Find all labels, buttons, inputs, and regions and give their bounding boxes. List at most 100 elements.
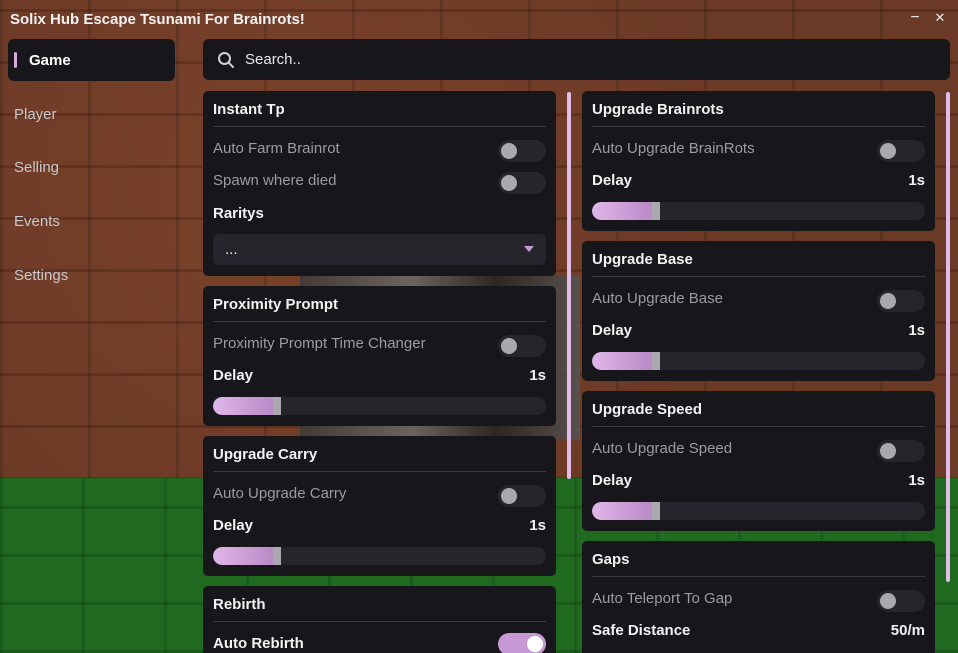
spawn-where-died-toggle[interactable] <box>498 172 546 194</box>
dropdown-value: ... <box>225 241 238 258</box>
sidebar-item-player[interactable]: Player <box>8 93 175 135</box>
section-gaps: Gaps Auto Teleport To Gap Safe Distance … <box>582 541 935 653</box>
auto-upgrade-carry-label: Auto Upgrade Carry <box>213 485 347 502</box>
toggle-knob <box>501 143 517 159</box>
sidebar-item-label: Settings <box>14 266 69 284</box>
slider-handle[interactable] <box>273 397 281 415</box>
auto-upgrade-base-label: Auto Upgrade Base <box>592 290 723 307</box>
section-upgrade-base: Upgrade Base Auto Upgrade Base Delay 1s <box>582 241 935 381</box>
sidebar-item-events[interactable]: Events <box>8 200 175 242</box>
window-title: Solix Hub Escape Tsunami For Brainrots! <box>10 10 305 28</box>
section-title: Upgrade Brainrots <box>592 101 724 118</box>
section-title: Upgrade Carry <box>213 446 318 463</box>
delay-slider[interactable] <box>592 202 925 220</box>
time-changer-label: Proximity Prompt Time Changer <box>213 335 426 352</box>
delay-value: 1s <box>529 367 546 384</box>
divider <box>592 426 925 427</box>
toggle-knob <box>880 443 896 459</box>
time-changer-toggle[interactable] <box>498 335 546 357</box>
toggle-knob <box>880 293 896 309</box>
auto-upgrade-brainrots-label: Auto Upgrade BrainRots <box>592 140 755 157</box>
section-upgrade-speed: Upgrade Speed Auto Upgrade Speed Delay 1… <box>582 391 935 531</box>
delay-slider[interactable] <box>213 397 546 415</box>
divider <box>592 126 925 127</box>
auto-teleport-gap-label: Auto Teleport To Gap <box>592 590 733 607</box>
slider-fill <box>213 397 273 415</box>
auto-farm-label: Auto Farm Brainrot <box>213 140 340 157</box>
raritys-dropdown[interactable]: ... <box>213 234 546 265</box>
delay-slider[interactable] <box>592 352 925 370</box>
delay-value: 1s <box>908 172 925 189</box>
toggle-knob <box>501 175 517 191</box>
auto-upgrade-speed-toggle[interactable] <box>877 440 925 462</box>
auto-rebirth-label: Auto Rebirth <box>213 635 304 652</box>
divider <box>213 471 546 472</box>
sidebar-item-label: Events <box>14 212 60 230</box>
section-proximity-prompt: Proximity Prompt Proximity Prompt Time C… <box>203 286 556 426</box>
toggle-knob <box>880 593 896 609</box>
delay-value: 1s <box>908 322 925 339</box>
minimize-icon[interactable]: − <box>906 9 924 27</box>
delay-label: Delay <box>592 472 633 489</box>
sidebar-item-label: Selling <box>14 158 60 176</box>
slider-fill <box>592 202 652 220</box>
slider-fill <box>592 352 652 370</box>
auto-farm-toggle[interactable] <box>498 140 546 162</box>
left-scrollbar[interactable] <box>567 92 571 479</box>
section-title: Instant Tp <box>213 101 285 118</box>
section-upgrade-carry: Upgrade Carry Auto Upgrade Carry Delay 1… <box>203 436 556 576</box>
divider <box>213 126 546 127</box>
sidebar-item-label: Game <box>29 51 71 69</box>
right-scrollbar[interactable] <box>946 92 950 582</box>
sidebar-item-settings[interactable]: Settings <box>8 254 175 296</box>
delay-slider[interactable] <box>213 547 546 565</box>
divider <box>592 276 925 277</box>
auto-rebirth-toggle[interactable] <box>498 633 546 653</box>
divider <box>213 321 546 322</box>
section-title: Proximity Prompt <box>213 296 339 313</box>
toggle-knob <box>527 636 543 652</box>
slider-handle[interactable] <box>652 352 660 370</box>
slider-fill <box>592 502 652 520</box>
section-upgrade-brainrots: Upgrade Brainrots Auto Upgrade BrainRots… <box>582 91 935 231</box>
divider <box>592 576 925 577</box>
slider-handle[interactable] <box>652 502 660 520</box>
sidebar-item-label: Player <box>14 105 57 123</box>
delay-value: 1s <box>529 517 546 534</box>
safe-distance-value: 50/m <box>890 622 925 639</box>
section-instant-tp: Instant Tp Auto Farm Brainrot Spawn wher… <box>203 91 556 276</box>
section-title: Upgrade Speed <box>592 401 703 418</box>
toggle-knob <box>501 338 517 354</box>
divider <box>213 621 546 622</box>
safe-distance-label: Safe Distance <box>592 622 691 639</box>
delay-label: Delay <box>592 172 633 189</box>
slider-handle[interactable] <box>273 547 281 565</box>
slider-handle[interactable] <box>652 202 660 220</box>
active-marker <box>14 52 17 68</box>
slider-fill <box>213 547 273 565</box>
auto-upgrade-brainrots-toggle[interactable] <box>877 140 925 162</box>
section-title: Gaps <box>592 551 630 568</box>
toggle-knob <box>880 143 896 159</box>
sidebar-item-selling[interactable]: Selling <box>8 146 175 188</box>
auto-teleport-gap-toggle[interactable] <box>877 590 925 612</box>
section-rebirth: Rebirth Auto Rebirth <box>203 586 556 653</box>
delay-label: Delay <box>213 517 254 534</box>
raritys-label: Raritys <box>213 205 264 222</box>
auto-upgrade-carry-toggle[interactable] <box>498 485 546 507</box>
search-bar <box>203 39 950 80</box>
section-title: Rebirth <box>213 596 266 613</box>
title-bar: Solix Hub Escape Tsunami For Brainrots! … <box>0 0 958 38</box>
search-icon <box>218 51 234 68</box>
chevron-down-icon <box>524 246 534 252</box>
close-icon[interactable]: ✕ <box>931 9 949 27</box>
delay-label: Delay <box>213 367 254 384</box>
delay-slider[interactable] <box>592 502 925 520</box>
auto-upgrade-base-toggle[interactable] <box>877 290 925 312</box>
delay-label: Delay <box>592 322 633 339</box>
sidebar-item-game[interactable]: Game <box>8 39 175 81</box>
delay-value: 1s <box>908 472 925 489</box>
search-input[interactable] <box>245 51 845 68</box>
toggle-knob <box>501 488 517 504</box>
section-title: Upgrade Base <box>592 251 693 268</box>
